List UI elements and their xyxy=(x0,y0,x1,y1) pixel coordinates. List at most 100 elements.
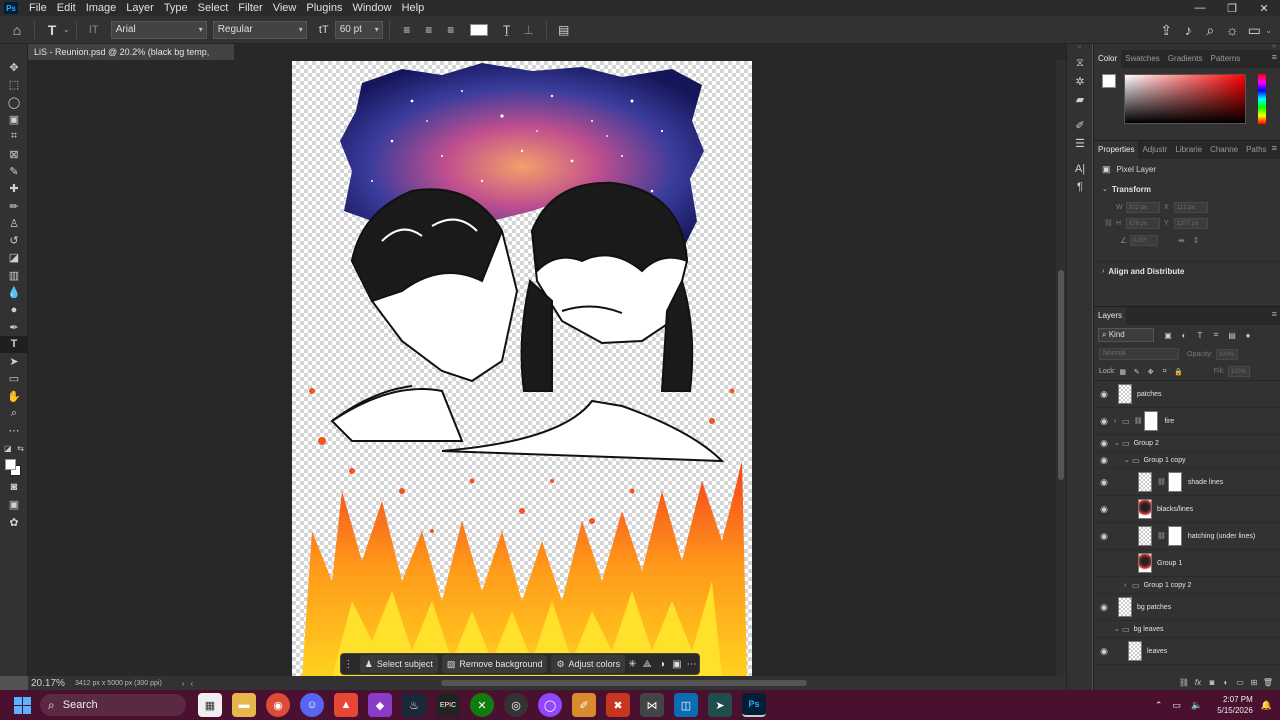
mask-link-icon[interactable]: ⛓ xyxy=(1157,532,1166,540)
chevron-down-icon[interactable]: ⌄ xyxy=(1124,456,1132,464)
bell-icon[interactable]: ♪ xyxy=(1177,19,1199,41)
visibility-eye-icon[interactable]: ◉ xyxy=(1094,558,1114,569)
layer-row[interactable]: ◉ ⌄ ▭ Group 1 copy xyxy=(1094,452,1280,469)
layer-thumbnail[interactable] xyxy=(1128,641,1142,661)
eyedropper-tool-icon[interactable]: ✎ xyxy=(0,163,28,180)
horizontal-scrollbar[interactable] xyxy=(441,680,807,686)
filter-smart-object-icon[interactable]: ▤ xyxy=(1224,331,1240,340)
transform-icon[interactable]: ⟁ xyxy=(640,659,655,670)
feather-app-icon[interactable]: ✐ xyxy=(572,693,596,717)
filter-pixel-icon[interactable]: ▣ xyxy=(1160,331,1176,340)
menu-type[interactable]: Type xyxy=(159,0,193,16)
menu-view[interactable]: View xyxy=(268,0,302,16)
clone-stamp-tool-icon[interactable]: ♙ xyxy=(0,215,28,232)
scroll-left-icon[interactable]: ‹ xyxy=(190,679,193,688)
layer-row[interactable]: ◉ leaves xyxy=(1094,638,1280,665)
workspace-icon[interactable]: ▭ xyxy=(1243,19,1265,41)
lock-artboard-icon[interactable]: ⌗ xyxy=(1158,368,1172,376)
align-center-icon[interactable]: ≡ xyxy=(418,19,440,41)
layer-row[interactable]: ◉ ⌄ ▭ Group 2 xyxy=(1094,435,1280,452)
collapse-icon[interactable]: « xyxy=(1067,44,1092,54)
obs-icon[interactable]: ◎ xyxy=(504,693,528,717)
file-explorer-icon[interactable]: ▬ xyxy=(232,693,256,717)
align-right-icon[interactable]: ≡ xyxy=(440,19,462,41)
font-style-select[interactable]: Regular ▾ xyxy=(212,20,307,39)
align-section[interactable]: › Align and Distribute xyxy=(1094,261,1280,281)
canvas-area[interactable]: ⋮ ♟ Select subject ▨ Remove background ⚙ Ad… xyxy=(28,60,1066,677)
foreground-color[interactable] xyxy=(5,458,16,470)
tab-gradients[interactable]: Gradients xyxy=(1164,50,1207,68)
visibility-eye-icon[interactable]: ◉ xyxy=(1094,416,1114,427)
generate-image-icon[interactable]: ▣ xyxy=(669,659,684,670)
paragraph-icon[interactable]: ¶ xyxy=(1067,178,1093,196)
character-panel-icon[interactable]: ⊥ xyxy=(518,19,540,41)
drag-handle-icon[interactable]: ⋮ xyxy=(341,659,356,670)
menu-plugins[interactable]: Plugins xyxy=(301,0,347,16)
frame-app-icon[interactable]: ◫ xyxy=(674,693,698,717)
blur-tool-icon[interactable]: 💧 xyxy=(0,284,28,301)
close-icon[interactable]: ✕ xyxy=(1248,0,1280,16)
layer-row[interactable]: ◉ ⛓ shade lines xyxy=(1094,469,1280,496)
panel-menu-icon[interactable]: ≡ xyxy=(1272,52,1277,62)
3d-icon[interactable]: ▤ xyxy=(553,19,575,41)
height-field[interactable]: 676 px xyxy=(1126,217,1160,229)
path-selection-tool-icon[interactable]: ➤ xyxy=(0,353,28,370)
foreground-color-swatch[interactable] xyxy=(1102,74,1116,88)
lock-all-icon[interactable]: 🔒 xyxy=(1172,368,1186,376)
marquee-tool-icon[interactable]: ⬚ xyxy=(0,76,28,93)
lock-transparent-icon[interactable]: ▦ xyxy=(1116,368,1130,376)
menu-help[interactable]: Help xyxy=(397,0,430,16)
brush-tool-icon[interactable]: ✏ xyxy=(0,197,28,214)
tab-adjustments[interactable]: Adjustr xyxy=(1138,141,1171,159)
panel-menu-icon[interactable]: ≡ xyxy=(1272,143,1277,153)
layer-row[interactable]: ◉ patches xyxy=(1094,381,1280,408)
lock-paint-icon[interactable]: ✎ xyxy=(1130,368,1144,376)
pen-tool-icon[interactable]: ✒ xyxy=(0,318,28,335)
font-size-select[interactable]: 60 pt ▾ xyxy=(334,20,383,39)
default-colors-icon[interactable]: ◪ ⇆ xyxy=(0,440,28,457)
history-icon[interactable]: ⧖ xyxy=(1067,54,1093,72)
photoshop-taskbar-icon[interactable]: Ps xyxy=(742,693,766,717)
angle-field[interactable]: 0.00° xyxy=(1130,234,1159,246)
game-app-icon[interactable]: ▲ xyxy=(334,693,358,717)
hue-slider[interactable] xyxy=(1258,74,1266,124)
layer-style-icon[interactable]: fx xyxy=(1191,678,1205,687)
layer-thumbnail[interactable] xyxy=(1138,499,1152,519)
crop-tool-icon[interactable]: ⌗ xyxy=(0,128,28,145)
layer-row[interactable]: ◉ ›▭Group 1 copy 2 xyxy=(1094,577,1280,594)
layer-mask-thumbnail[interactable] xyxy=(1144,411,1159,431)
move-tool-icon[interactable]: ✥ xyxy=(0,59,28,76)
taskbar-search[interactable]: ⌕ Search xyxy=(40,694,186,716)
mask-link-icon[interactable]: ⛓ xyxy=(1157,478,1166,486)
discord-icon[interactable]: ☺ xyxy=(300,693,324,717)
link-layers-icon[interactable]: ⛓ xyxy=(1177,678,1191,687)
status-arrow-icon[interactable]: › xyxy=(182,679,185,688)
tab-properties[interactable]: Properties xyxy=(1094,141,1139,159)
filter-type-icon[interactable]: T xyxy=(1192,331,1208,340)
frame-tool-icon[interactable]: ⊠ xyxy=(0,145,28,162)
adjustment-layer-icon[interactable]: ◐ xyxy=(1219,678,1233,687)
warp-text-icon[interactable]: Ṯ xyxy=(496,19,518,41)
menu-image[interactable]: Image xyxy=(81,0,122,16)
dodge-tool-icon[interactable]: ● xyxy=(0,301,28,318)
tab-paths[interactable]: Paths xyxy=(1242,141,1270,159)
sparkle-icon[interactable]: ✳ xyxy=(625,659,640,670)
fill-field[interactable]: 100% xyxy=(1227,366,1250,377)
tool-app-icon[interactable]: ✖ xyxy=(606,693,630,717)
foreground-background-swatch[interactable] xyxy=(0,457,28,479)
filter-shape-icon[interactable]: ⌗ xyxy=(1208,330,1224,340)
restore-icon[interactable]: ❐ xyxy=(1216,0,1248,16)
adjustment-presets-icon[interactable]: ☰ xyxy=(1067,134,1093,152)
actions-icon[interactable]: ✲ xyxy=(1067,72,1093,90)
share-icon[interactable]: ⇪ xyxy=(1155,19,1177,41)
select-subject-button[interactable]: ♟ Select subject xyxy=(359,655,438,673)
layer-row[interactable]: ◉ ⛓ hatching (under lines) xyxy=(1094,523,1280,550)
font-family-select[interactable]: Arial ▾ xyxy=(110,20,207,39)
menu-layer[interactable]: Layer xyxy=(121,0,159,16)
flip-horizontal-icon[interactable]: ⇹ xyxy=(1178,236,1185,245)
filter-adjustment-icon[interactable]: ◐ xyxy=(1176,331,1192,340)
lasso-tool-icon[interactable]: ◯ xyxy=(0,94,28,111)
mosaic-app-icon[interactable]: ⋈ xyxy=(640,693,664,717)
visibility-eye-icon[interactable]: ◉ xyxy=(1094,477,1114,488)
mask-link-icon[interactable]: ⛓ xyxy=(1134,417,1143,425)
